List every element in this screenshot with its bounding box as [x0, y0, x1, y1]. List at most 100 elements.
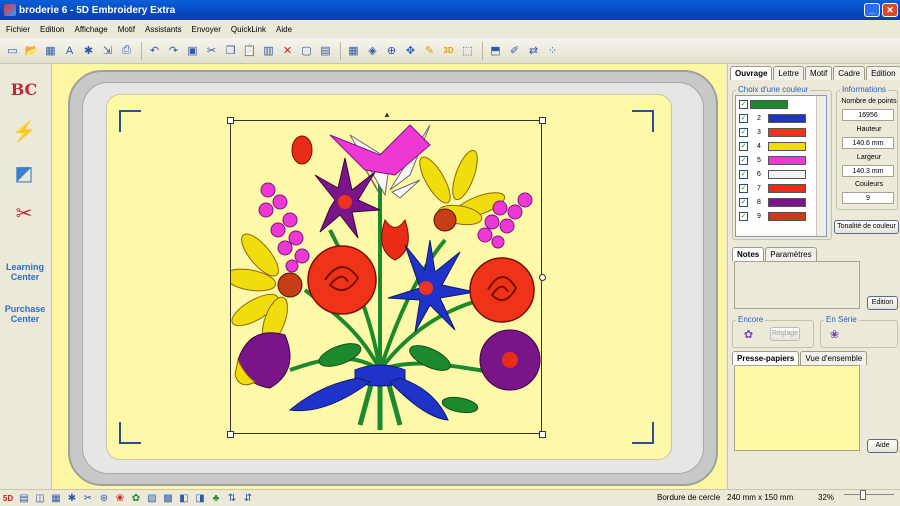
wizard-lightning-icon[interactable]: ⚡: [6, 114, 42, 148]
fill-icon[interactable]: ◈: [364, 42, 381, 59]
color-row[interactable]: ✓ 7: [736, 182, 816, 195]
ruler-icon[interactable]: ✎: [421, 42, 438, 59]
notes-edit-button[interactable]: Edition: [867, 296, 898, 310]
color-list[interactable]: ✓1✓2✓3✓4✓5✓6✓7✓8✓9: [735, 95, 827, 237]
status-tool-icon[interactable]: ✿: [129, 492, 143, 505]
resize-handle-nw[interactable]: [227, 117, 234, 124]
color-visible-checkbox[interactable]: ✓: [739, 142, 748, 151]
menu-edition[interactable]: Edition: [40, 25, 64, 34]
resize-handle-sw[interactable]: [227, 431, 234, 438]
notes-area[interactable]: [734, 261, 860, 309]
status-tool-icon[interactable]: ▧: [145, 492, 159, 505]
edit-icon[interactable]: ✐: [506, 42, 523, 59]
tab-lettre[interactable]: Lettre: [773, 66, 804, 80]
wizard-icon[interactable]: ✱: [80, 42, 97, 59]
book-icon[interactable]: ▥: [260, 42, 277, 59]
zoom-slider[interactable]: [844, 490, 894, 503]
view-icon[interactable]: ⬚: [459, 42, 476, 59]
tab-vue-ensemble[interactable]: Vue d'ensemble: [800, 351, 868, 365]
frame-icon[interactable]: ▢: [298, 42, 315, 59]
color-tone-button[interactable]: Tonalité de couleur: [834, 220, 899, 234]
color-row[interactable]: ✓ 6: [736, 168, 816, 181]
tab-presse-papiers[interactable]: Presse-papiers: [732, 351, 800, 365]
status-tool-icon[interactable]: ♣: [209, 492, 223, 505]
status-tool-icon[interactable]: ⇅: [225, 492, 239, 505]
resize-handle-e[interactable]: [539, 274, 546, 281]
color-swatch[interactable]: [768, 142, 806, 151]
encore-icon[interactable]: ✿: [740, 326, 757, 343]
text-icon[interactable]: A: [61, 42, 78, 59]
color-swatch[interactable]: [768, 170, 806, 179]
tab-cadre[interactable]: Cadre: [833, 66, 866, 80]
tab-motif[interactable]: Motif: [804, 66, 833, 80]
menu-assistants[interactable]: Assistants: [145, 25, 181, 34]
close-button[interactable]: ✕: [882, 3, 898, 17]
minimize-button[interactable]: _: [864, 3, 880, 17]
menu-quicklink[interactable]: QuickLink: [231, 25, 266, 34]
status-tool-icon[interactable]: ⇵: [241, 492, 255, 505]
status-tool-icon[interactable]: ▩: [161, 492, 175, 505]
print-icon[interactable]: ⎙: [118, 42, 135, 59]
status-tool-icon[interactable]: ❀: [113, 492, 127, 505]
status-tool-icon[interactable]: ◨: [193, 492, 207, 505]
color-row[interactable]: ✓ 5: [736, 154, 816, 167]
clipboard-area[interactable]: [734, 365, 860, 451]
color-swatch[interactable]: [750, 100, 788, 109]
zoom-icon[interactable]: ⊕: [383, 42, 400, 59]
menu-motif[interactable]: Motif: [118, 25, 135, 34]
points-icon[interactable]: ⁘: [544, 42, 561, 59]
stitch-icon[interactable]: ⇄: [525, 42, 542, 59]
color-swatch[interactable]: [768, 212, 806, 221]
menu-fichier[interactable]: Fichier: [6, 25, 30, 34]
color-visible-checkbox[interactable]: ✓: [739, 100, 748, 109]
resize-handle-se[interactable]: [539, 431, 546, 438]
menu-envoyer[interactable]: Envoyer: [192, 25, 221, 34]
menu-affichage[interactable]: Affichage: [74, 25, 107, 34]
enserie-icon[interactable]: ❀: [826, 326, 843, 343]
color-visible-checkbox[interactable]: ✓: [739, 156, 748, 165]
window-icon[interactable]: ▤: [317, 42, 334, 59]
lettering-icon[interactable]: BC: [6, 72, 42, 106]
color-swatch[interactable]: [768, 128, 806, 137]
color-swatch[interactable]: [768, 156, 806, 165]
color-visible-checkbox[interactable]: ✓: [739, 212, 748, 221]
select-icon[interactable]: ⬒: [487, 42, 504, 59]
export-icon[interactable]: ⇲: [99, 42, 116, 59]
menu-aide[interactable]: Aide: [276, 25, 292, 34]
color-visible-checkbox[interactable]: ✓: [739, 184, 748, 193]
color-visible-checkbox[interactable]: ✓: [739, 114, 748, 123]
reglage-button[interactable]: Réglage: [770, 327, 800, 341]
status-tool-icon[interactable]: ✂: [81, 492, 95, 505]
new-icon[interactable]: ▭: [4, 42, 21, 59]
learning-center-link[interactable]: Learning Center: [2, 262, 48, 282]
3d-icon[interactable]: 3D: [440, 42, 457, 59]
open-icon[interactable]: 📂: [23, 42, 40, 59]
status-tool-icon[interactable]: ✱: [65, 492, 79, 505]
zoom-slider-thumb[interactable]: [860, 490, 866, 500]
color-row[interactable]: ✓ 2: [736, 112, 816, 125]
status-tool-icon[interactable]: ◫: [33, 492, 47, 505]
grid-icon[interactable]: ▦: [345, 42, 362, 59]
color-visible-checkbox[interactable]: ✓: [739, 198, 748, 207]
color-swatch[interactable]: [768, 114, 806, 123]
select-box-icon[interactable]: ▣: [184, 42, 201, 59]
resize-handle-n[interactable]: ▲: [383, 111, 391, 119]
color-row[interactable]: ✓1: [736, 98, 816, 111]
color-row[interactable]: ✓ 8: [736, 196, 816, 209]
status-tool-icon[interactable]: ▦: [49, 492, 63, 505]
color-row[interactable]: ✓ 4: [736, 140, 816, 153]
tab-notes[interactable]: Notes: [732, 247, 765, 261]
color-swatch[interactable]: [768, 198, 806, 207]
status-tool-icon[interactable]: ◧: [177, 492, 191, 505]
cut-icon[interactable]: ✂: [203, 42, 220, 59]
purchase-center-link[interactable]: Purchase Center: [2, 304, 48, 324]
scissors-edit-icon[interactable]: ✂: [6, 196, 42, 230]
color-visible-checkbox[interactable]: ✓: [739, 170, 748, 179]
status-tool-icon[interactable]: ⊛: [97, 492, 111, 505]
undo-icon[interactable]: ↶: [146, 42, 163, 59]
tab-parametres[interactable]: Paramètres: [765, 247, 817, 261]
resize-handle-ne[interactable]: [539, 117, 546, 124]
color-row[interactable]: ✓ 9: [736, 210, 816, 223]
design-canvas[interactable]: ▲: [52, 64, 726, 489]
help-button[interactable]: Aide: [867, 439, 898, 453]
